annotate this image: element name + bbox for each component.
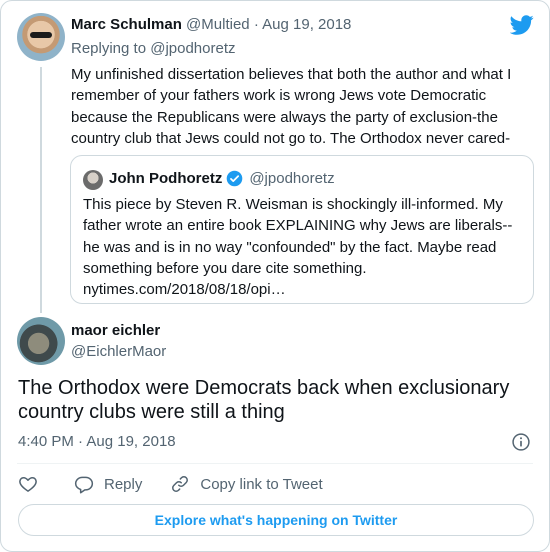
verified-badge-icon xyxy=(227,170,243,187)
avatar[interactable] xyxy=(17,13,65,61)
quoted-tweet[interactable]: John Podhoretz @jpodhoretz This piece by… xyxy=(70,155,534,304)
explore-button[interactable]: Explore what's happening on Twitter xyxy=(18,504,534,536)
quoted-tweet-body: This piece by Steven R. Weisman is shock… xyxy=(83,194,523,300)
separator: · xyxy=(253,16,259,33)
tweet-actions: Reply Copy link to Tweet xyxy=(18,473,351,495)
reply-bubble-icon xyxy=(74,476,94,494)
copy-link-button[interactable]: Copy link to Tweet xyxy=(170,474,323,494)
tweet-date[interactable]: Aug 19, 2018 xyxy=(262,16,351,33)
reply-label: Reply xyxy=(104,475,143,493)
like-button[interactable] xyxy=(18,474,38,494)
parent-tweet-text: My unfinished dissertation believes that… xyxy=(71,66,512,147)
reply-button[interactable]: Reply xyxy=(74,474,142,494)
link-icon xyxy=(172,476,189,492)
quoted-tweet-link[interactable]: nytimes.com/2018/08/18/opi… xyxy=(83,281,286,298)
replying-to: Replying to @jpodhoretz xyxy=(71,40,236,57)
quoted-tweet-text: This piece by Steven R. Weisman is shock… xyxy=(83,196,513,277)
replying-handle[interactable]: @jpodhoretz xyxy=(150,40,235,57)
replying-prefix: Replying to xyxy=(71,40,147,57)
avatar[interactable] xyxy=(17,317,65,365)
tweet-timestamp[interactable]: 4:40 PM · Aug 19, 2018 xyxy=(18,433,176,450)
author-name[interactable]: Marc Schulman xyxy=(71,16,182,33)
author-handle[interactable]: @Multied xyxy=(186,16,250,33)
thread-connector-line xyxy=(40,67,42,313)
twitter-bird-icon[interactable] xyxy=(510,13,534,37)
avatar[interactable] xyxy=(83,170,103,190)
tweet-date[interactable]: Aug 19, 2018 xyxy=(86,433,175,450)
author-handle[interactable]: @EichlerMaor xyxy=(71,343,166,360)
copy-link-label: Copy link to Tweet xyxy=(200,475,323,493)
author-name[interactable]: John Podhoretz xyxy=(109,170,222,187)
parent-tweet-header: Marc Schulman @Multied · Aug 19, 2018 xyxy=(71,16,351,33)
author-name[interactable]: maor eichler xyxy=(71,322,160,339)
tweet-embed-card: Marc Schulman @Multied · Aug 19, 2018 Re… xyxy=(0,0,550,552)
author-handle[interactable]: @jpodhoretz xyxy=(249,170,334,187)
main-tweet-text: The Orthodox were Democrats back when ex… xyxy=(18,377,510,423)
divider xyxy=(17,463,533,464)
heart-icon xyxy=(19,477,37,492)
info-icon[interactable] xyxy=(511,432,531,452)
quoted-tweet-header: John Podhoretz @jpodhoretz xyxy=(109,170,335,187)
tweet-time[interactable]: 4:40 PM xyxy=(18,433,74,450)
separator: · xyxy=(78,433,84,450)
